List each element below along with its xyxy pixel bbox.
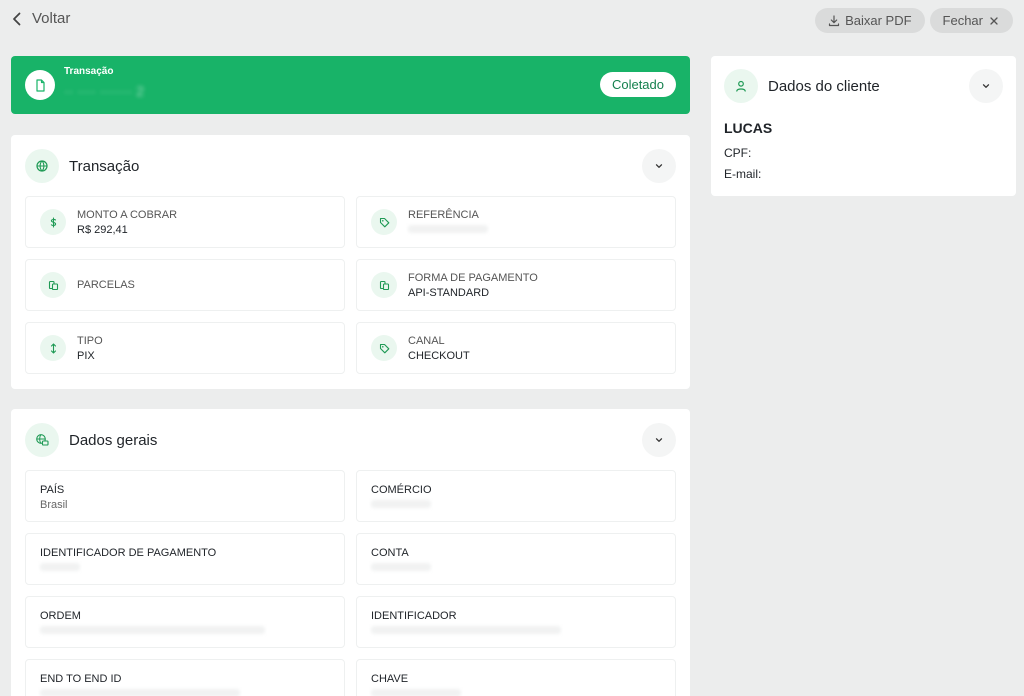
- client-card-header: Dados do cliente: [724, 69, 1003, 103]
- field-monto-a-cobrar: MONTO A COBRAR R$ 292,41: [25, 196, 345, 248]
- field-label: IDENTIFICADOR: [371, 610, 457, 622]
- field-label: CANAL: [408, 335, 445, 347]
- user-icon: [736, 80, 746, 92]
- tag-icon: [379, 217, 389, 227]
- back-button[interactable]: Voltar: [10, 10, 70, 27]
- client-card: Dados do cliente LUCAS CPF: E-mail:: [711, 56, 1016, 196]
- field-value: Brasil: [40, 499, 68, 511]
- field-value: API-STANDARD: [408, 287, 490, 299]
- top-actions: Baixar PDF Fechar: [815, 8, 1013, 33]
- cards-icon-circle: [371, 272, 397, 298]
- document-icon-circle: [25, 70, 55, 100]
- field-label: ORDEM: [40, 610, 81, 622]
- field-value-masked: [40, 563, 80, 571]
- globe-card-icon-circle: [25, 423, 59, 457]
- transaction-banner-label: Transação: [64, 66, 114, 77]
- field-value-masked: [371, 500, 431, 508]
- field-label: CONTA: [371, 547, 409, 559]
- field-tipo: TIPO PIX: [25, 322, 345, 374]
- tag-icon-circle: [371, 335, 397, 361]
- field-label: MONTO A COBRAR: [77, 209, 178, 221]
- field-label: FORMA DE PAGAMENTO: [408, 272, 538, 284]
- client-email-label: E-mail:: [724, 167, 762, 181]
- field-conta: CONTA: [356, 533, 676, 585]
- field-label: TIPO: [77, 335, 103, 347]
- field-comercio: COMÉRCIO: [356, 470, 676, 522]
- field-value-masked: [371, 563, 431, 571]
- transaction-card-title: Transação: [69, 157, 140, 175]
- dollar-icon: [50, 216, 56, 228]
- field-parcelas: PARCELAS: [25, 259, 345, 311]
- client-card-toggle[interactable]: [969, 69, 1003, 103]
- field-value-masked: [408, 225, 488, 233]
- general-data-card-header: Dados gerais: [25, 423, 676, 457]
- field-label: IDENTIFICADOR DE PAGAMENTO: [40, 547, 217, 559]
- chevron-left-icon: [13, 12, 21, 25]
- globe-icon: [36, 160, 48, 172]
- field-canal: CANAL CHECKOUT: [356, 322, 676, 374]
- field-label: REFERÊNCIA: [408, 209, 479, 221]
- back-label: Voltar: [32, 10, 71, 27]
- close-icon: [990, 16, 998, 25]
- field-referencia: REFERÊNCIA: [356, 196, 676, 248]
- field-label: END TO END ID: [40, 673, 122, 685]
- close-label: Fechar: [942, 13, 983, 28]
- general-data-card-toggle[interactable]: [642, 423, 676, 457]
- top-bar: Voltar Baixar PDF Fechar: [0, 0, 1024, 42]
- field-identificador-de-pagamento: IDENTIFICADOR DE PAGAMENTO: [25, 533, 345, 585]
- general-data-card: Dados gerais PAÍS Brasil COMÉRCIO IDENTI…: [11, 409, 690, 696]
- globe-icon-circle: [25, 149, 59, 183]
- general-data-card-title: Dados gerais: [69, 431, 158, 449]
- field-value-masked: [40, 689, 240, 696]
- field-pais: PAÍS Brasil: [25, 470, 345, 522]
- field-value: PIX: [77, 350, 95, 362]
- chevron-down-icon: [655, 164, 663, 168]
- transaction-card: Transação MONTO A COBRAR R$ 292,41 REFER…: [11, 135, 690, 389]
- tag-icon: [379, 343, 389, 353]
- tag-icon-circle: [371, 209, 397, 235]
- client-cpf-label: CPF:: [724, 146, 752, 160]
- field-forma-de-pagamento: FORMA DE PAGAMENTO API-STANDARD: [356, 259, 676, 311]
- chevron-down-icon: [655, 438, 663, 442]
- pix-icon: [50, 342, 56, 354]
- transaction-card-header: Transação: [25, 149, 676, 183]
- chevron-down-icon: [982, 84, 990, 88]
- status-badge: Coletado: [599, 72, 676, 97]
- field-ordem: ORDEM: [25, 596, 345, 648]
- field-label: CHAVE: [371, 673, 409, 685]
- field-label: PAÍS: [40, 484, 65, 496]
- field-value-masked: [40, 626, 265, 634]
- transaction-card-toggle[interactable]: [642, 149, 676, 183]
- user-icon-circle: [724, 69, 758, 103]
- field-value: CHECKOUT: [408, 350, 470, 362]
- field-chave: CHAVE: [356, 659, 676, 696]
- globe-card-icon: [36, 434, 49, 446]
- field-value-masked: [371, 689, 461, 696]
- dollar-icon-circle: [40, 209, 66, 235]
- download-pdf-button[interactable]: Baixar PDF: [815, 8, 925, 33]
- transaction-id-masked: ·· ···· ······· 2: [64, 83, 145, 99]
- document-icon: [35, 78, 45, 92]
- client-name: LUCAS: [724, 120, 773, 136]
- field-end-to-end-id: END TO END ID: [25, 659, 345, 696]
- transaction-banner: Transação ·· ···· ······· 2 Coletado: [11, 56, 690, 114]
- field-label: PARCELAS: [77, 279, 135, 291]
- client-card-title: Dados do cliente: [768, 77, 880, 95]
- field-value: R$ 292,41: [77, 224, 128, 236]
- field-label: COMÉRCIO: [371, 484, 432, 496]
- cards-icon: [48, 280, 58, 290]
- field-identificador: IDENTIFICADOR: [356, 596, 676, 648]
- cards-icon: [379, 280, 389, 290]
- pix-icon-circle: [40, 335, 66, 361]
- download-icon: [828, 14, 840, 26]
- close-button[interactable]: Fechar: [929, 8, 1013, 33]
- download-pdf-label: Baixar PDF: [845, 13, 912, 28]
- cards-icon-circle: [40, 272, 66, 298]
- field-value-masked: [371, 626, 561, 634]
